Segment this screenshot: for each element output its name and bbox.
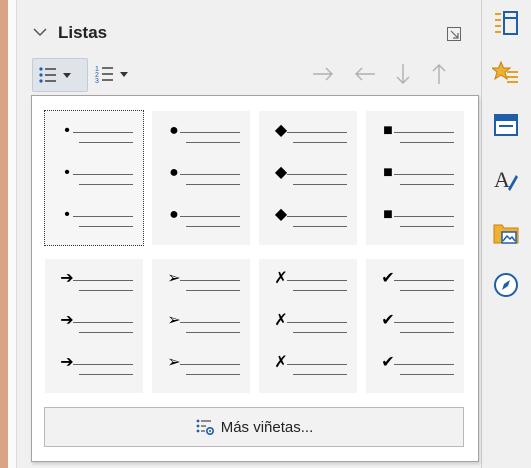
chevron-down-icon[interactable] [63, 72, 71, 78]
properties-icon[interactable] [491, 8, 521, 38]
bullet-glyph: ■ [383, 122, 393, 139]
bullet-glyph: ■ [383, 164, 393, 181]
more-bullets-button[interactable]: Más viñetas... [44, 407, 464, 447]
styles-icon[interactable] [491, 58, 521, 88]
bullet-glyph: ➔ [60, 312, 74, 329]
document-edge [0, 0, 8, 468]
deck-title: Listas [58, 23, 108, 42]
bullet-glyph: • [64, 122, 70, 139]
ordered-list-button[interactable]: 1 2 3 [92, 58, 148, 90]
bullet-glyph: • [64, 164, 70, 181]
arrow-down-icon[interactable] [390, 62, 416, 86]
bullet-option-arrowhead[interactable]: ➢ ➢ ➢ [151, 258, 251, 394]
bullet-option-checkmark[interactable]: ✔ ✔ ✔ [365, 258, 465, 394]
bullet-grid: • • • ● ● ● ◆ ◆ ◆ ■ ■ ■ ➔ ➔ ➔ ➢ ➢ ➢ ✗ ✗ … [44, 110, 465, 394]
bullet-glyph: ✔ [381, 354, 395, 371]
lists-deck-header: Listas [22, 14, 468, 54]
page-icon[interactable] [491, 110, 521, 140]
ordered-list-icon: 1 2 3 [95, 66, 113, 85]
bullets-settings-icon [196, 419, 214, 436]
arrow-up-icon[interactable] [426, 62, 452, 86]
bullet-glyph: ■ [383, 206, 393, 223]
more-bullets-label: Más viñetas... [220, 418, 314, 436]
more-options-icon[interactable] [446, 26, 462, 42]
bullet-option-small-dot[interactable]: • • • [44, 110, 144, 246]
bullet-glyph: ➔ [60, 354, 74, 371]
svg-text:3: 3 [95, 78, 99, 85]
unordered-list-button[interactable] [32, 58, 88, 92]
bullet-glyph: ◆ [274, 164, 288, 181]
chevron-down-icon[interactable] [30, 22, 50, 42]
bullet-option-cross[interactable]: ✗ ✗ ✗ [258, 258, 358, 394]
bullet-option-large-dot[interactable]: ● ● ● [151, 110, 251, 246]
character-icon[interactable]: A [491, 164, 521, 194]
bullet-glyph: ✔ [381, 270, 395, 287]
bullet-option-square[interactable]: ■ ■ ■ [365, 110, 465, 246]
bullet-glyph: ◆ [274, 122, 288, 139]
svg-text:A: A [494, 167, 510, 192]
bullet-glyph: ➢ [167, 270, 181, 287]
bullet-option-diamond[interactable]: ◆ ◆ ◆ [258, 110, 358, 246]
gallery-icon[interactable] [491, 218, 521, 248]
document-margin [8, 0, 17, 468]
bullet-palette-popup: • • • ● ● ● ◆ ◆ ◆ ■ ■ ■ ➔ ➔ ➔ ➢ ➢ ➢ ✗ ✗ … [31, 95, 479, 462]
sidebar-tabbar: A [481, 0, 531, 468]
bullet-glyph: ➢ [167, 354, 181, 371]
bullet-glyph: ✗ [274, 312, 288, 329]
arrow-right-icon[interactable] [310, 62, 336, 86]
list-toolbar: 1 2 3 [30, 58, 470, 92]
navigator-icon[interactable] [491, 270, 521, 300]
unordered-list-icon [39, 67, 56, 83]
bullet-option-arrow[interactable]: ➔ ➔ ➔ [44, 258, 144, 394]
bullet-glyph: ➔ [60, 270, 74, 287]
arrow-left-icon[interactable] [352, 62, 378, 86]
bullet-glyph: ✗ [274, 270, 288, 287]
bullet-glyph: ◆ [274, 206, 288, 223]
bullet-glyph: ✗ [274, 354, 288, 371]
bullet-glyph: ✔ [381, 312, 395, 329]
bullet-glyph: ● [169, 206, 179, 223]
chevron-down-icon[interactable] [120, 71, 128, 77]
bullet-glyph: • [64, 206, 70, 223]
bullet-glyph: ● [169, 164, 179, 181]
bullet-glyph: ➢ [167, 312, 181, 329]
bullet-glyph: ● [169, 122, 179, 139]
